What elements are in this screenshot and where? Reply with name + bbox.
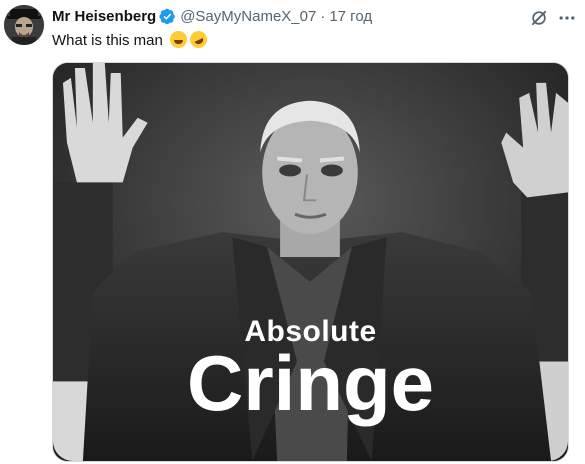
- tweet-timestamp[interactable]: 17 год: [329, 8, 372, 25]
- avatar-image: [4, 5, 44, 45]
- tweet-text-body: What is this man: [52, 32, 163, 49]
- joy-emoji-icon: [170, 31, 188, 48]
- author-avatar[interactable]: [4, 5, 44, 45]
- author-handle[interactable]: @SayMyNameX_07: [180, 8, 316, 25]
- more-options-icon[interactable]: [557, 8, 577, 28]
- rofl-emoji-icon: [187, 28, 210, 51]
- author-name[interactable]: Mr Heisenberg: [52, 8, 156, 25]
- tweet-header: Mr Heisenberg @SayMyNameX_07 · 17 год: [52, 5, 372, 27]
- tweet-text: What is this man: [52, 28, 210, 51]
- verified-badge-icon: [159, 8, 176, 24]
- caption-line-2: Cringe: [186, 339, 435, 427]
- tweet-media-image[interactable]: Absolute Cringe: [52, 62, 569, 462]
- separator-dot: ·: [320, 7, 326, 25]
- grok-icon[interactable]: [529, 8, 549, 28]
